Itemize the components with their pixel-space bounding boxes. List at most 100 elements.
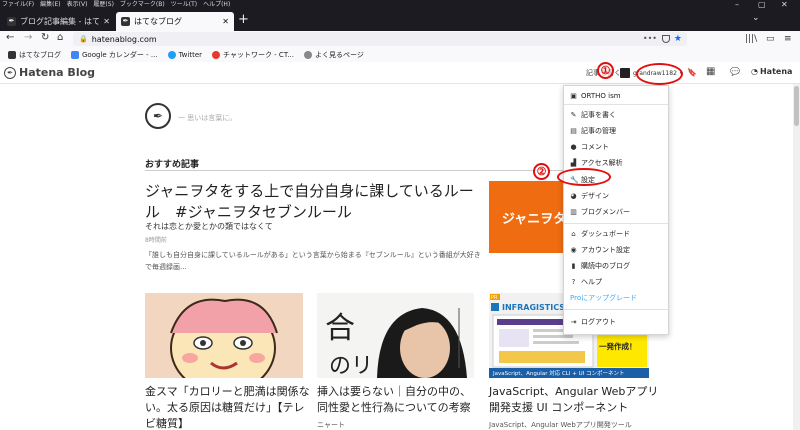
menu-item-comments[interactable]: ● コメント: [570, 142, 609, 152]
notification-icon[interactable]: 💬: [730, 67, 740, 76]
google-calendar-icon: [71, 51, 79, 59]
card-thumbnail-illustration[interactable]: [145, 293, 303, 378]
bookmark-twitter[interactable]: Twitter: [167, 51, 203, 59]
menu-item-label: コメント: [581, 143, 609, 151]
menu-item-logout[interactable]: ⇥ ログアウト: [570, 317, 616, 327]
scrollbar-thumb[interactable]: [794, 86, 799, 126]
menu-item-help[interactable]: ? ヘルプ: [570, 277, 602, 287]
featured-entry-time: 8時間前: [145, 237, 167, 244]
menu-item-design[interactable]: ◕ デザイン: [570, 191, 609, 201]
card-title[interactable]: 金スマ「カロリーと肥満は関係ない。太る原因は糖質だけ」【テレビ糖質】: [145, 384, 310, 430]
featured-entry-blog-name[interactable]: それは恋とか愛とかの類ではなくて: [145, 221, 273, 232]
card-thumbnail-photo[interactable]: 合 のリ: [317, 293, 474, 378]
menu-edit[interactable]: 編集(E): [40, 0, 60, 10]
menu-history[interactable]: 履歴(S): [93, 0, 114, 10]
bookmark-label: Twitter: [178, 51, 203, 59]
members-icon: ▥: [570, 208, 577, 216]
card-title[interactable]: 挿入は要らない｜自分の中の、同性愛と性行為についての考察: [317, 384, 477, 416]
menu-item-label: ブログメンバー: [581, 208, 630, 216]
account-icon: ◉: [570, 246, 577, 254]
reload-icon[interactable]: ↻: [41, 32, 49, 44]
logo-text: Hatena Blog: [19, 66, 96, 79]
close-tab-icon[interactable]: ✕: [222, 17, 229, 26]
annotation-circle-settings: [557, 168, 611, 186]
menu-view[interactable]: 表示(V): [67, 0, 88, 10]
section-title: おすすめ記事: [145, 160, 200, 170]
forward-icon[interactable]: →: [24, 32, 32, 44]
url-bar[interactable]: 🔒 hatenablog.com ••• ★: [73, 32, 687, 46]
url-text: hatenablog.com: [91, 34, 157, 44]
menu-item-blog[interactable]: ▣ ORTHO ism: [570, 92, 621, 100]
menu-divider: [564, 309, 668, 310]
annotation-circle-user-menu: [636, 63, 683, 85]
menu-item-label: アカウント設定: [581, 246, 630, 254]
menu-item-manage-entries[interactable]: ▤ 記事の管理: [570, 126, 616, 136]
annotation-step-1: ①: [597, 62, 614, 79]
bookmark-chatwork[interactable]: チャットワーク - CT...: [212, 50, 294, 60]
hatena-brand[interactable]: ◔ Hatena: [751, 67, 792, 76]
menu-item-dashboard[interactable]: ⌂ ダッシュボード: [570, 229, 630, 239]
bookmark-icon[interactable]: 🔖: [687, 68, 697, 77]
menu-item-label: ORTHO ism: [581, 92, 621, 100]
maximize-icon[interactable]: ▢: [758, 0, 766, 10]
blog-tagline: 一 思いは言葉に。: [178, 114, 237, 122]
document-icon: ▤: [570, 127, 577, 135]
menu-item-label: ヘルプ: [581, 278, 602, 286]
avatar: [620, 68, 630, 78]
card-blog-name[interactable]: ニャート: [317, 420, 345, 430]
annotation-step-2: ②: [533, 163, 550, 180]
bookmark-google-calendar[interactable]: Google カレンダー - ...: [71, 50, 158, 60]
menu-item-label: ダッシュボード: [581, 230, 630, 238]
menu-bar: ファイル(F) 編集(E) 表示(V) 履歴(S) ブックマーク(B) ツール(…: [0, 0, 800, 10]
hatena-favicon-icon: ✒: [7, 17, 16, 26]
tab-hatena-blog[interactable]: ✒ はてなブログ ✕: [116, 12, 234, 31]
apps-grid-icon[interactable]: ▦: [706, 66, 715, 77]
blog-icon: ▣: [570, 92, 577, 100]
menu-help[interactable]: ヘルプ(H): [203, 0, 230, 10]
logout-icon: ⇥: [570, 318, 577, 326]
menu-item-upgrade-pro[interactable]: Proにアップグレード: [570, 293, 637, 303]
featured-entry-title[interactable]: ジャニヲタをする上で自分自身に課しているルール #ジャニヲタセブンルール: [145, 181, 480, 223]
menu-item-access-analytics[interactable]: ▟ アクセス解析: [570, 158, 623, 168]
bookmark-label: チャットワーク - CT...: [223, 51, 294, 59]
card-blog-name[interactable]: JavaScript、Angular Webアプリ開発ツール: [489, 420, 632, 430]
hatena-favicon-icon: [8, 51, 16, 59]
menu-tools[interactable]: ツール(T): [171, 0, 197, 10]
library-icon[interactable]: |||\: [745, 34, 757, 44]
help-icon: ?: [571, 278, 576, 286]
pocket-icon[interactable]: [662, 35, 670, 43]
blog-emblem-icon[interactable]: ✒: [145, 103, 171, 129]
hatena-blog-logo[interactable]: ✒ Hatena Blog: [4, 66, 95, 79]
page-actions-icon[interactable]: •••: [643, 32, 657, 46]
hatena-mark-icon: ◔: [751, 67, 758, 76]
bookmark-star-icon[interactable]: ★: [674, 32, 682, 46]
chatwork-icon: [212, 51, 221, 59]
menu-item-account-settings[interactable]: ◉ アカウント設定: [570, 245, 630, 255]
menu-divider: [564, 223, 668, 224]
hamburger-menu-icon[interactable]: ≡: [784, 34, 792, 44]
menu-item-write[interactable]: ✎ 記事を書く: [570, 110, 616, 120]
card-title[interactable]: JavaScript、Angular Webアプリ開発支援 UI コンポーネント: [489, 384, 664, 416]
user-dropdown-menu: ▣ ORTHO ism ✎ 記事を書く ▤ 記事の管理 ● コメント ▟ アクセ…: [563, 85, 669, 335]
new-tab-icon[interactable]: +: [238, 12, 249, 28]
home-icon: ⌂: [571, 230, 576, 238]
menu-bookmarks[interactable]: ブックマーク(B): [120, 0, 165, 10]
tab-bar: ✒ ブログ記事編集 - はてなブログ ✕ ✒ はてなブログ ✕: [0, 10, 800, 31]
list-tabs-icon[interactable]: ⌄: [752, 13, 760, 23]
hatena-favicon-icon: ✒: [121, 17, 130, 26]
minimize-icon[interactable]: –: [735, 0, 739, 10]
close-tab-icon[interactable]: ✕: [103, 17, 110, 26]
tab-blog-edit[interactable]: ✒ ブログ記事編集 - はてなブログ ✕: [2, 12, 115, 31]
sidebar-icon[interactable]: ▭: [766, 34, 775, 44]
menu-item-subscribed-blogs[interactable]: ▮ 購読中のブログ: [570, 261, 630, 271]
bookmarks-toolbar: はてなブログ Google カレンダー - ... Twitter チャットワー…: [0, 48, 800, 62]
bookmark-most-visited[interactable]: よく見るページ: [303, 50, 364, 60]
scrollbar-track[interactable]: [793, 84, 800, 430]
menu-item-blog-members[interactable]: ▥ ブログメンバー: [570, 207, 630, 217]
menu-item-label: アクセス解析: [581, 159, 623, 167]
menu-file[interactable]: ファイル(F): [2, 0, 34, 10]
bookmark-hatena-blog[interactable]: はてなブログ: [8, 50, 61, 60]
close-window-icon[interactable]: ✕: [781, 0, 788, 10]
back-icon[interactable]: ←: [6, 32, 14, 44]
home-icon[interactable]: ⌂: [57, 32, 63, 44]
